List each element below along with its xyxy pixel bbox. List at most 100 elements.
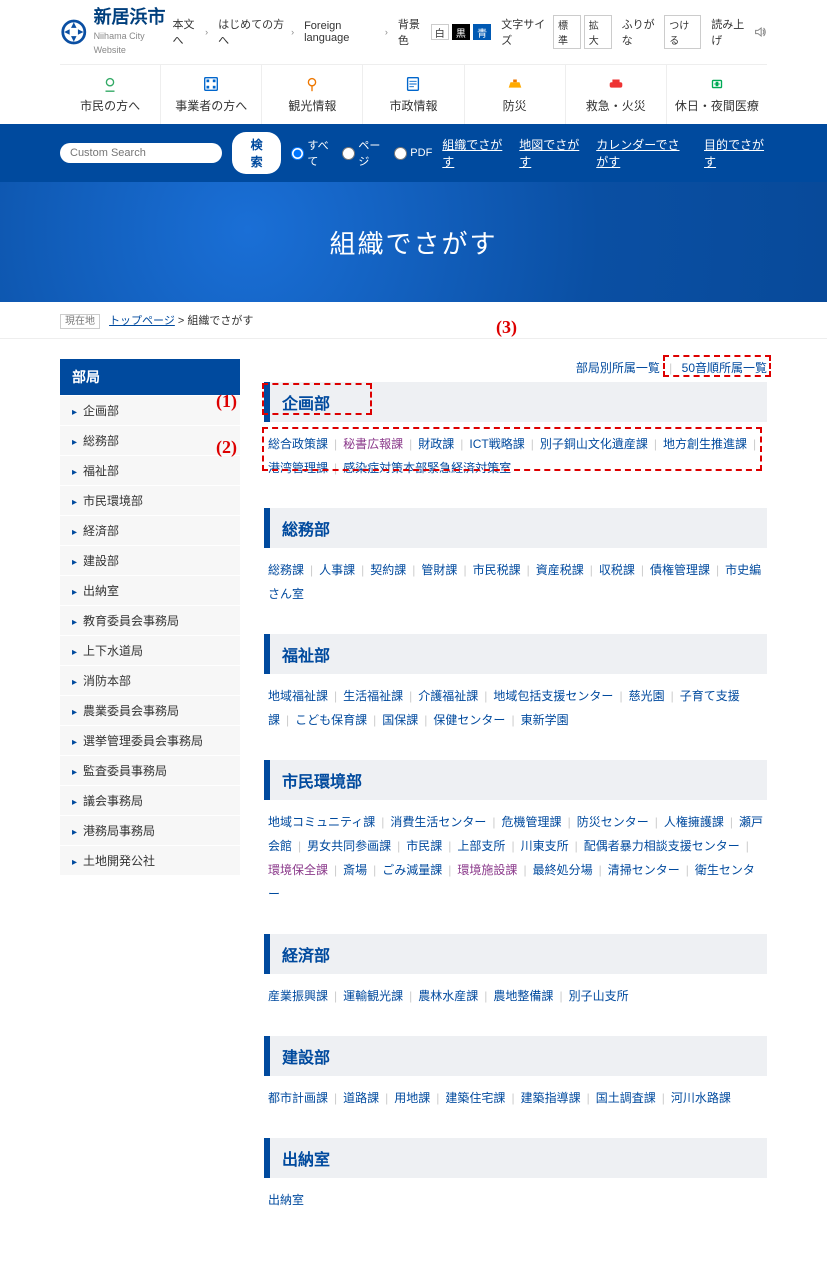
division-link[interactable]: 別子山支所: [569, 989, 629, 1003]
division-link[interactable]: 契約課: [370, 563, 406, 577]
division-link[interactable]: 斎場: [343, 863, 367, 877]
division-link[interactable]: 収税課: [599, 563, 635, 577]
bg-white-button[interactable]: 白: [431, 24, 449, 40]
sidebar-item[interactable]: 建設部: [60, 545, 240, 575]
logo-text-jp: 新居浜市: [94, 7, 166, 27]
sidebar-item[interactable]: 議会事務局: [60, 785, 240, 815]
nav-item[interactable]: 市民の方へ: [60, 65, 161, 124]
furigana-on-button[interactable]: つける: [664, 15, 701, 49]
division-link[interactable]: 債権管理課: [650, 563, 710, 577]
breadcrumb-home[interactable]: トップページ: [109, 315, 175, 327]
search-quick-link[interactable]: 組織でさがす: [442, 136, 505, 170]
division-link[interactable]: 最終処分場: [533, 863, 593, 877]
sidebar-item[interactable]: 経済部: [60, 515, 240, 545]
nav-item[interactable]: 事業者の方へ: [161, 65, 262, 124]
division-link[interactable]: 生活福祉課: [343, 689, 403, 703]
division-link[interactable]: 管財課: [421, 563, 457, 577]
division-link[interactable]: 市民課: [406, 839, 442, 853]
division-link[interactable]: 産業振興課: [268, 989, 328, 1003]
nav-icon: [202, 75, 220, 93]
skip-link[interactable]: 本文へ: [172, 16, 202, 48]
division-link[interactable]: 農林水産課: [418, 989, 478, 1003]
search-scope-radios: すべて ページ PDF: [291, 137, 432, 169]
sidebar-item[interactable]: 消防本部: [60, 665, 240, 695]
sidebar-item[interactable]: 上下水道局: [60, 635, 240, 665]
division-link[interactable]: 人権擁護課: [664, 815, 724, 829]
search-input[interactable]: [60, 143, 222, 163]
radio-pdf[interactable]: PDF: [394, 147, 432, 160]
division-link[interactable]: 防災センター: [577, 815, 649, 829]
sidebar-item[interactable]: 土地開発公社: [60, 845, 240, 875]
read-aloud-link[interactable]: 読み上げ: [711, 16, 751, 48]
nav-item[interactable]: 休日・夜間医療: [667, 65, 767, 124]
division-link[interactable]: 地域コミュニティ課: [268, 815, 375, 829]
division-link[interactable]: こども保育課: [295, 713, 367, 727]
division-link[interactable]: 国保課: [382, 713, 418, 727]
division-link[interactable]: 総務課: [268, 563, 304, 577]
division-link[interactable]: 建築指導課: [521, 1091, 581, 1105]
division-link[interactable]: 地域包括支援センター: [493, 689, 613, 703]
language-link[interactable]: Foreign language: [304, 20, 382, 44]
division-link[interactable]: 道路課: [343, 1091, 379, 1105]
division-link[interactable]: ごみ減量課: [382, 863, 442, 877]
division-link[interactable]: 建築住宅課: [445, 1091, 505, 1105]
division-link[interactable]: 市民税課: [473, 563, 521, 577]
division-link[interactable]: 資産税課: [536, 563, 584, 577]
nav-item[interactable]: 観光情報: [262, 65, 363, 124]
tab-by-dept[interactable]: 部局別所属一覧: [576, 361, 660, 375]
sidebar-item[interactable]: 港務局事務局: [60, 815, 240, 845]
division-link[interactable]: 消費生活センター: [390, 815, 486, 829]
division-link[interactable]: 運輸観光課: [343, 989, 403, 1003]
division-link[interactable]: 人事課: [319, 563, 355, 577]
radio-page[interactable]: ページ: [342, 137, 382, 169]
sidebar-item[interactable]: 監査委員事務局: [60, 755, 240, 785]
search-quick-link[interactable]: 目的でさがす: [704, 136, 767, 170]
chevron-right-icon: ›: [291, 27, 294, 37]
first-time-link[interactable]: はじめての方へ: [218, 16, 288, 48]
nav-item[interactable]: 防災: [465, 65, 566, 124]
division-link[interactable]: 男女共同参画課: [307, 839, 391, 853]
division-link[interactable]: 危機管理課: [502, 815, 562, 829]
division-link[interactable]: 出納室: [268, 1193, 304, 1207]
nav-item[interactable]: 救急・火災: [566, 65, 667, 124]
search-button[interactable]: 検索: [232, 132, 281, 174]
departments-list: 企画部総合政策課|秘書広報課|財政課|ICT戦略課|別子銅山文化遺産課|地方創生…: [264, 382, 767, 1222]
sidebar-item[interactable]: 農業委員会事務局: [60, 695, 240, 725]
dept-block: 出納室出納室: [264, 1138, 767, 1222]
nav-item[interactable]: 市政情報: [363, 65, 464, 124]
sidebar-item[interactable]: 教育委員会事務局: [60, 605, 240, 635]
division-link[interactable]: 川東支所: [521, 839, 569, 853]
division-link[interactable]: 河川水路課: [671, 1091, 731, 1105]
site-logo[interactable]: 新居浜市 Niihama City Website: [60, 8, 172, 56]
division-link[interactable]: 環境施設課: [457, 863, 517, 877]
division-link[interactable]: 農地整備課: [493, 989, 553, 1003]
search-quick-links: 組織でさがす地図でさがすカレンダーでさがす目的でさがす: [442, 136, 767, 170]
search-quick-link[interactable]: カレンダーでさがす: [596, 136, 690, 170]
division-link[interactable]: 介護福祉課: [418, 689, 478, 703]
division-link[interactable]: 都市計画課: [268, 1091, 328, 1105]
division-link[interactable]: 用地課: [394, 1091, 430, 1105]
division-link[interactable]: 地域福祉課: [268, 689, 328, 703]
sidebar-item[interactable]: 選挙管理委員会事務局: [60, 725, 240, 755]
bg-blue-button[interactable]: 青: [473, 24, 491, 40]
bg-black-button[interactable]: 黒: [452, 24, 470, 40]
font-std-button[interactable]: 標準: [553, 15, 581, 49]
division-link[interactable]: 配偶者暴力相談支援センター: [584, 839, 740, 853]
sidebar-item[interactable]: 出納室: [60, 575, 240, 605]
breadcrumb: 現在地 トップページ > 組織でさがす: [0, 302, 827, 339]
search-quick-link[interactable]: 地図でさがす: [519, 136, 582, 170]
division-link[interactable]: 環境保全課: [268, 863, 328, 877]
division-link[interactable]: 慈光園: [629, 689, 665, 703]
division-link[interactable]: 上部支所: [457, 839, 505, 853]
division-link[interactable]: 清掃センター: [608, 863, 680, 877]
sidebar-item[interactable]: 市民環境部: [60, 485, 240, 515]
sidebar-item[interactable]: 福祉部: [60, 455, 240, 485]
division-link[interactable]: 保健センター: [433, 713, 505, 727]
radio-all[interactable]: すべて: [291, 137, 330, 169]
division-link[interactable]: 国土調査課: [596, 1091, 656, 1105]
header-utility-links: 本文へ› はじめての方へ› Foreign language› 背景色 白 黒 …: [172, 15, 767, 49]
sidebar-item[interactable]: 企画部: [60, 395, 240, 425]
sidebar-item[interactable]: 総務部: [60, 425, 240, 455]
division-link[interactable]: 東新学園: [521, 713, 569, 727]
font-big-button[interactable]: 拡大: [584, 15, 612, 49]
